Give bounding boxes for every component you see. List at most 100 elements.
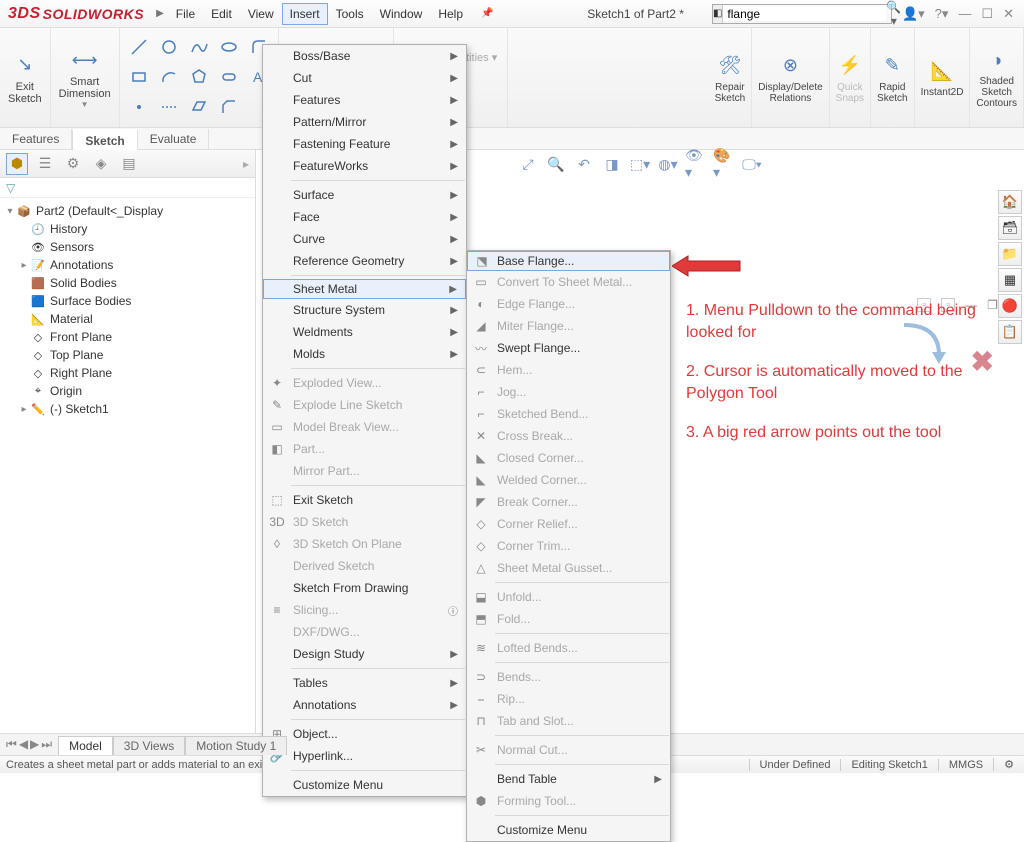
insert-tables[interactable]: Tables▶ (263, 672, 466, 694)
tab-features[interactable]: Features (0, 129, 72, 149)
insert-weldments[interactable]: Weldments▶ (263, 321, 466, 343)
rectangle-tool-icon[interactable] (126, 64, 152, 90)
maximize-icon[interactable]: ☐ (981, 6, 993, 22)
spline-tool-icon[interactable] (186, 34, 212, 60)
tree-item[interactable]: ▸📝Annotations (2, 256, 253, 274)
point-tool-icon[interactable] (126, 94, 152, 120)
tree-item[interactable]: 👁Sensors (2, 238, 253, 256)
file-explorer-icon[interactable]: 📁 (998, 242, 1022, 266)
tree-item[interactable]: ◇Front Plane (2, 328, 253, 346)
resources-icon[interactable]: 🗃 (998, 216, 1022, 240)
view-palette-icon[interactable]: ▦ (998, 268, 1022, 292)
insert-surface[interactable]: Surface▶ (263, 184, 466, 206)
ribbon-rapid-button[interactable]: ✎Rapid Sketch (871, 28, 915, 127)
insert-structure-system[interactable]: Structure System▶ (263, 299, 466, 321)
tree-root[interactable]: ▾📦Part2 (Default<_Display (2, 202, 253, 220)
feature-filter[interactable]: ▽ (0, 178, 255, 198)
sheetmetal-swept-flange[interactable]: 〰Swept Flange... (467, 337, 670, 359)
feature-tree-tab-icon[interactable]: ⬢ (6, 153, 28, 175)
tree-item[interactable]: 📐Material (2, 310, 253, 328)
ribbon-repair-button[interactable]: 🛠Repair Sketch (709, 28, 753, 127)
panel-chevron-icon[interactable]: ▸ (243, 157, 249, 171)
pin-icon[interactable]: 📌 (477, 8, 497, 19)
ribbon-quick-button[interactable]: ⚡Quick Snaps (830, 28, 871, 127)
view-orientation-icon[interactable]: ⬚▾ (629, 153, 651, 175)
menu-insert[interactable]: Insert (282, 3, 328, 25)
menu-view[interactable]: View (240, 3, 282, 25)
insert-sketch-from-drawing[interactable]: Sketch From Drawing (263, 577, 466, 599)
insert-exit-sketch[interactable]: ⬚Exit Sketch (263, 489, 466, 511)
display-style-icon[interactable]: ◍▾ (657, 153, 679, 175)
dimxpert-tab-icon[interactable]: ◈ (90, 153, 112, 175)
zoom-fit-icon[interactable]: ⤢ (517, 153, 539, 175)
tab-prev-icon[interactable]: ◀ (19, 737, 28, 752)
insert-annotations[interactable]: Annotations▶ (263, 694, 466, 716)
chevron-right-icon[interactable]: ▶ (152, 8, 168, 19)
minimize-icon[interactable]: — (958, 6, 971, 21)
bottom-tab-motion-study-1[interactable]: Motion Study 1 (185, 736, 287, 755)
ribbon-shaded-button[interactable]: ◑Shaded Sketch Contours (970, 28, 1024, 127)
tree-item[interactable]: ▸✏️(-) Sketch1 (2, 400, 253, 418)
display-manager-tab-icon[interactable]: ▤ (118, 153, 140, 175)
tree-item[interactable]: 🟦Surface Bodies (2, 292, 253, 310)
sheetmetal-base-flange[interactable]: ⬔Base Flange... (467, 251, 670, 271)
appearances-icon[interactable]: 🔴 (998, 294, 1022, 318)
insert-molds[interactable]: Molds▶ (263, 343, 466, 365)
chamfer-tool-icon[interactable] (216, 94, 242, 120)
slot-tool-icon[interactable] (216, 64, 242, 90)
config-manager-tab-icon[interactable]: ⚙ (62, 153, 84, 175)
insert-fastening-feature[interactable]: Fastening Feature▶ (263, 133, 466, 155)
zoom-area-icon[interactable]: 🔍 (545, 153, 567, 175)
exit-sketch-button[interactable]: ↘ Exit Sketch (0, 28, 51, 127)
insert-boss-base[interactable]: Boss/Base▶ (263, 45, 466, 67)
insert-customize-menu[interactable]: Customize Menu (263, 774, 466, 796)
hide-show-icon[interactable]: 👁▾ (685, 153, 707, 175)
status-extra-icon[interactable]: ⚙ (993, 758, 1024, 771)
polygon-tool-icon[interactable] (186, 64, 212, 90)
menu-window[interactable]: Window (372, 3, 431, 25)
circle-tool-icon[interactable] (156, 34, 182, 60)
custom-props-icon[interactable]: 📋 (998, 320, 1022, 344)
status-units[interactable]: MMGS (938, 759, 993, 771)
tree-item[interactable]: 🕘History (2, 220, 253, 238)
user-icon[interactable]: 👤▾ (902, 6, 925, 22)
menu-tools[interactable]: Tools (328, 3, 372, 25)
smart-dimension-button[interactable]: ⟷ Smart Dimension ▼ (51, 28, 120, 127)
bottom-tab-model[interactable]: Model (58, 736, 113, 755)
previous-view-icon[interactable]: ↶ (573, 153, 595, 175)
tree-item[interactable]: ⌖Origin (2, 382, 253, 400)
help-icon[interactable]: ?▾ (935, 6, 949, 22)
menu-file[interactable]: File (168, 3, 203, 25)
insert-features[interactable]: Features▶ (263, 89, 466, 111)
plane-tool-icon[interactable] (186, 94, 212, 120)
tab-sketch[interactable]: Sketch (72, 129, 137, 151)
sheetmetal-bend-table[interactable]: Bend Table▶ (467, 768, 670, 790)
insert-face[interactable]: Face▶ (263, 206, 466, 228)
insert-hyperlink[interactable]: 🔗Hyperlink... (263, 745, 466, 767)
sheetmetal-customize-menu[interactable]: Customize Menu (467, 819, 670, 841)
insert-curve[interactable]: Curve▶ (263, 228, 466, 250)
ribbon-display-delete-button[interactable]: ⊗Display/Delete Relations (752, 28, 829, 127)
insert-cut[interactable]: Cut▶ (263, 67, 466, 89)
tab-first-icon[interactable]: ⏮ (6, 737, 17, 752)
section-view-icon[interactable]: ◨ (601, 153, 623, 175)
search-input[interactable] (723, 7, 886, 21)
insert-design-study[interactable]: Design Study▶ (263, 643, 466, 665)
close-icon[interactable]: ✕ (1003, 6, 1014, 22)
menu-help[interactable]: Help (430, 3, 471, 25)
line-tool-icon[interactable] (126, 34, 152, 60)
property-manager-tab-icon[interactable]: ☰ (34, 153, 56, 175)
tree-item[interactable]: ◇Right Plane (2, 364, 253, 382)
tab-evaluate[interactable]: Evaluate (138, 129, 210, 149)
bottom-tab-3d-views[interactable]: 3D Views (113, 736, 185, 755)
tab-last-icon[interactable]: ⏭ (41, 737, 52, 752)
apply-scene-icon[interactable]: 🖵▾ (741, 153, 763, 175)
arc-tool-icon[interactable] (156, 64, 182, 90)
insert-featureworks[interactable]: FeatureWorks▶ (263, 155, 466, 177)
insert-object[interactable]: ⊞Object... (263, 723, 466, 745)
ribbon-instant-d-button[interactable]: 📐Instant2D (915, 28, 971, 127)
tree-item[interactable]: 🟫Solid Bodies (2, 274, 253, 292)
search-scope-icon[interactable]: ◧ (713, 5, 723, 23)
tab-next-icon[interactable]: ▶ (30, 737, 39, 752)
tree-item[interactable]: ◇Top Plane (2, 346, 253, 364)
